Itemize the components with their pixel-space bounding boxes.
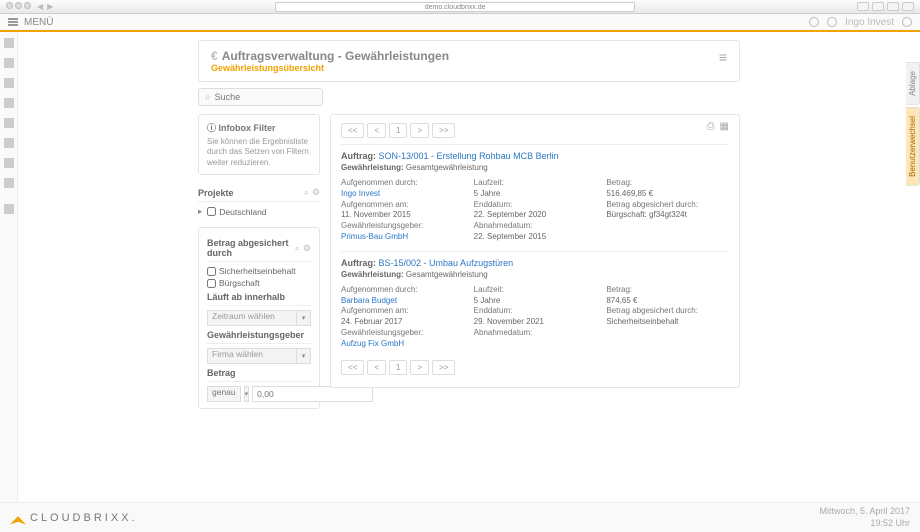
panel-menu-icon[interactable]: ≡ xyxy=(719,49,727,65)
info-icon: ⓘ xyxy=(207,123,219,133)
gear-icon[interactable]: ⚙ xyxy=(303,243,311,254)
secured-opt2[interactable]: Bürgschaft xyxy=(207,278,311,288)
page-header: € Auftragsverwaltung - Gewährleistungen G… xyxy=(198,40,740,82)
warrantor-title: Gewährleistungsgeber xyxy=(207,330,304,340)
nav-fwd-icon[interactable]: ▶ xyxy=(47,2,53,11)
page-title: Auftragsverwaltung - Gewährleistungen xyxy=(222,49,449,63)
amount-mode[interactable]: genau xyxy=(207,386,241,402)
entry-link[interactable]: SON-13/001 - Erstellung Rohbau MCB Berli… xyxy=(379,151,559,161)
secured-opt1[interactable]: Sicherheitseinbehalt xyxy=(207,266,311,276)
pager-page[interactable]: 1 xyxy=(389,360,407,375)
pager-next[interactable]: > xyxy=(410,360,429,375)
pager-prev[interactable]: < xyxy=(367,360,386,375)
side-nav xyxy=(0,32,18,502)
pager-next[interactable]: > xyxy=(410,123,429,138)
page-subtitle: Gewährleistungsübersicht xyxy=(211,63,449,73)
grid-icon[interactable]: ▦ xyxy=(720,121,729,132)
euro-icon: € xyxy=(211,49,218,63)
nav-cloud-icon[interactable] xyxy=(4,98,14,108)
result-entry: Auftrag: BS-15/002 - Umbau Aufzugstüren … xyxy=(341,251,729,358)
window-dots xyxy=(6,1,33,12)
pager-bottom: << < 1 > >> xyxy=(341,360,729,375)
project-checkbox[interactable] xyxy=(207,207,216,216)
pager-first[interactable]: << xyxy=(341,360,364,375)
nav-camera-icon[interactable] xyxy=(4,118,14,128)
help-icon[interactable] xyxy=(827,17,837,27)
footer: CLOUDBRIXX. Mittwoch, 5. April 201719:52… xyxy=(0,502,920,532)
entry-company-link[interactable]: Primus-Bau GmbH xyxy=(341,232,464,243)
infobox-desc: Sie können die Ergebnisliste durch das S… xyxy=(207,137,311,168)
mac-titlebar: ◀ ▶ xyxy=(0,0,920,14)
expires-select[interactable]: Zeitraum wählen▾ xyxy=(207,310,311,326)
browser-actions xyxy=(857,2,914,11)
nav-back-icon[interactable]: ◀ xyxy=(37,2,43,11)
entry-prefix: Auftrag: xyxy=(341,151,376,161)
chevron-down-icon[interactable]: ▾ xyxy=(297,348,311,364)
search-icon: ⌕ xyxy=(205,92,211,103)
footer-time: 19:52 Uhr xyxy=(819,518,910,530)
tab-ablage[interactable]: Ablage xyxy=(906,62,920,105)
tab-benutzerwechsel[interactable]: Benutzerwechsel xyxy=(906,107,920,186)
search-input[interactable] xyxy=(215,92,316,102)
gear-icon[interactable]: ⚙ xyxy=(312,187,320,198)
amount-title: Betrag xyxy=(207,368,236,378)
nav-doc-icon[interactable] xyxy=(4,158,14,168)
url-input[interactable] xyxy=(275,2,635,12)
pager-prev[interactable]: < xyxy=(367,123,386,138)
app-topbar: MENÜ Ingo Invest xyxy=(0,14,920,32)
nav-calendar-icon[interactable] xyxy=(4,138,14,148)
results-panel: ⎙ ▦ << < 1 > >> Auftrag: SON-13/001 - Ers… xyxy=(330,114,740,388)
nav-molecule-icon[interactable] xyxy=(4,178,14,188)
nav-settings-icon[interactable] xyxy=(4,204,14,214)
menu-label[interactable]: MENÜ xyxy=(24,17,53,28)
entry-user-link[interactable]: Barbara Budget xyxy=(341,296,464,307)
nav-chart-icon[interactable] xyxy=(4,78,14,88)
print-icon[interactable]: ⎙ xyxy=(707,121,715,132)
nav-building-icon[interactable] xyxy=(4,58,14,68)
pager-top: << < 1 > >> xyxy=(341,123,707,138)
footer-date: Mittwoch, 5. April 2017 xyxy=(819,506,910,518)
pager-last[interactable]: >> xyxy=(432,360,455,375)
pager-first[interactable]: << xyxy=(341,123,364,138)
amount-input[interactable] xyxy=(252,386,373,402)
chevron-down-icon[interactable]: ▾ xyxy=(297,310,311,326)
trophy-icon[interactable] xyxy=(809,17,819,27)
search-small-icon[interactable]: ⌕ xyxy=(304,187,309,198)
entry-user-link[interactable]: Ingo Invest xyxy=(341,189,464,200)
entry-company-link[interactable]: Aufzug Fix GmbH xyxy=(341,339,464,350)
result-entry: Auftrag: SON-13/001 - Erstellung Rohbau … xyxy=(341,144,729,251)
filter-panel: Betrag abgesichert durch ⌕⚙ Sicherheitse… xyxy=(198,227,320,409)
pager-page[interactable]: 1 xyxy=(389,123,407,138)
expires-title: Läuft ab innerhalb xyxy=(207,292,285,302)
hamburger-icon[interactable] xyxy=(8,18,18,26)
nav-home-icon[interactable] xyxy=(4,38,14,48)
pager-last[interactable]: >> xyxy=(432,123,455,138)
projects-title: Projekte xyxy=(198,188,234,198)
infobox-filter: ⓘ Infobox Filter Sie können die Ergebnis… xyxy=(198,114,320,175)
warrantor-select[interactable]: Firma wählen▾ xyxy=(207,348,311,364)
user-name[interactable]: Ingo Invest xyxy=(845,17,894,28)
secured-title: Betrag abgesichert durch xyxy=(207,238,295,258)
project-item[interactable]: ▸Deutschland xyxy=(198,206,320,217)
entry-link[interactable]: BS-15/002 - Umbau Aufzugstüren xyxy=(379,258,514,268)
tree-arrow-icon[interactable]: ▸ xyxy=(198,206,202,217)
power-icon[interactable] xyxy=(902,17,912,27)
search-box[interactable]: ⌕ xyxy=(198,88,323,106)
entry-sub: Gewährleistung: Gesamtgewährleistung xyxy=(341,270,729,279)
projects-section: Projekte ⌕⚙ ▸Deutschland xyxy=(198,187,320,219)
search-small-icon[interactable]: ⌕ xyxy=(295,243,300,254)
entry-prefix: Auftrag: xyxy=(341,258,376,268)
entry-sub: Gewährleistung: Gesamtgewährleistung xyxy=(341,163,729,172)
chevron-down-icon[interactable]: ▾ xyxy=(244,386,250,402)
